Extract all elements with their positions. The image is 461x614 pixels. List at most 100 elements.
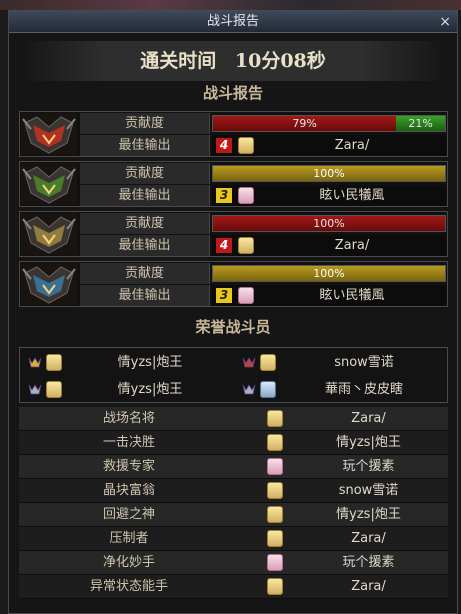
medal-icon xyxy=(242,384,256,395)
window-title: 战斗报告 xyxy=(206,14,259,29)
contribution-segment: 21% xyxy=(396,116,445,131)
award-row[interactable]: 压制者 Zara/ xyxy=(19,527,448,551)
player-avatar-icon xyxy=(238,137,254,154)
award-row[interactable]: 一击决胜 情yzs|炮王 xyxy=(19,431,448,455)
player-avatar-icon xyxy=(267,482,283,499)
contribution-bar: 79% 21% xyxy=(212,115,446,132)
award-row[interactable]: 战场名将 Zara/ xyxy=(19,407,448,431)
gold-demon-portrait xyxy=(21,213,77,255)
best-output-row: 最佳输出 3 眩い民犠風 xyxy=(80,285,447,306)
contribution-bar: 100% xyxy=(212,165,446,182)
player-avatar-icon xyxy=(267,506,283,523)
medal-icon xyxy=(28,357,42,368)
honor-player-name: 情yzs|炮王 xyxy=(117,382,183,397)
award-title: 异常状态能手 xyxy=(89,579,168,594)
award-player-name: 情yzs|炮王 xyxy=(336,507,401,522)
contribution-bar: 100% xyxy=(212,215,446,232)
contribution-row: 贡献度 79% 21% xyxy=(80,113,447,134)
player-avatar-icon xyxy=(267,554,283,571)
award-player-name: Zara/ xyxy=(351,411,386,426)
contribution-segment: 100% xyxy=(213,166,445,181)
best-output-player[interactable]: 3 眩い民犠風 xyxy=(212,185,446,206)
close-icon[interactable]: × xyxy=(439,11,451,33)
best-output-row: 最佳输出 4 Zara/ xyxy=(80,135,447,156)
award-player-name: 玩个援素 xyxy=(342,459,395,474)
award-title: 战场名将 xyxy=(102,411,155,426)
best-output-label: 最佳输出 xyxy=(80,185,210,206)
contribution-row: 贡献度 100% xyxy=(80,163,447,184)
report-heading: 战斗报告 xyxy=(202,84,263,102)
contribution-row: 贡献度 100% xyxy=(80,213,447,234)
clear-time-banner: 通关时间 10分08秒 xyxy=(19,41,447,81)
contribution-label: 贡献度 xyxy=(80,163,210,184)
monster-card: 贡献度 100% 最佳输出 3 眩い民犠風 xyxy=(19,261,448,307)
contribution-row: 贡献度 100% xyxy=(80,263,447,284)
award-row[interactable]: 晶块富翁 snow雪诺 xyxy=(19,479,448,503)
flame-demon-portrait xyxy=(21,113,77,155)
honor-slot[interactable]: 情yzs|炮王 xyxy=(20,350,232,376)
award-title: 回避之神 xyxy=(102,507,155,522)
monster-card: 贡献度 100% 最佳输出 3 眩い民犠風 xyxy=(19,161,448,207)
player-avatar-icon xyxy=(46,381,62,398)
award-title: 净化妙手 xyxy=(102,555,155,570)
honor-slot[interactable]: 情yzs|炮王 xyxy=(20,377,232,403)
player-name: 眩い民犠風 xyxy=(319,288,385,303)
contribution-segment: 100% xyxy=(213,266,445,281)
rank-badge: 3 xyxy=(216,188,232,203)
background-strip xyxy=(0,0,461,10)
award-title: 一击决胜 xyxy=(102,435,155,450)
award-player-name: 情yzs|炮王 xyxy=(336,435,401,450)
honor-player-name: 情yzs|炮王 xyxy=(117,355,183,370)
player-name: Zara/ xyxy=(334,138,370,153)
best-output-player[interactable]: 3 眩い民犠風 xyxy=(212,285,446,306)
contribution-segment: 100% xyxy=(213,216,445,231)
player-name: 眩い民犠風 xyxy=(319,188,385,203)
contribution-segment: 79% xyxy=(213,116,397,131)
award-row[interactable]: 回避之神 情yzs|炮王 xyxy=(19,503,448,527)
medal-icon xyxy=(28,384,42,395)
honor-panel: 情yzs|炮王 snow雪诺 情yzs|炮王 華雨丶皮皮瞎 xyxy=(19,347,448,403)
award-player-name: Zara/ xyxy=(351,531,386,546)
player-avatar-icon xyxy=(260,381,276,398)
contribution-label: 贡献度 xyxy=(80,263,210,284)
best-output-player[interactable]: 4 Zara/ xyxy=(212,235,446,256)
player-avatar-icon xyxy=(238,187,254,204)
contribution-bar: 100% xyxy=(212,265,446,282)
award-player-name: Zara/ xyxy=(351,579,386,594)
player-avatar-icon xyxy=(46,354,62,371)
award-title: 晶块富翁 xyxy=(102,483,155,498)
best-output-label: 最佳输出 xyxy=(80,285,210,306)
window-titlebar[interactable]: 战斗报告 × xyxy=(9,11,457,33)
player-avatar-icon xyxy=(238,287,254,304)
medal-icon xyxy=(242,357,256,368)
awards-list: 战场名将 Zara/一击决胜 情yzs|炮王 救援专家 玩个援素 晶块富翁 snow雪诺 回避… xyxy=(19,407,448,599)
player-avatar-icon xyxy=(267,410,283,427)
best-output-label: 最佳输出 xyxy=(80,235,210,256)
award-row[interactable]: 救援专家 玩个援素 xyxy=(19,455,448,479)
honor-slot[interactable]: 華雨丶皮皮瞎 xyxy=(234,377,446,403)
blue-demon-portrait xyxy=(21,263,77,305)
player-avatar-icon xyxy=(267,530,283,547)
best-output-label: 最佳输出 xyxy=(80,135,210,156)
battle-report-window: 战斗报告 × 通关时间 10分08秒 战斗报告 贡献度 79% 21% 最佳输出 4 Za… xyxy=(8,10,458,614)
award-player-name: snow雪诺 xyxy=(338,483,399,498)
contribution-label: 贡献度 xyxy=(80,113,210,134)
best-output-row: 最佳输出 3 眩い民犠風 xyxy=(80,185,447,206)
award-title: 救援专家 xyxy=(102,459,155,474)
monster-card: 贡献度 100% 最佳输出 4 Zara/ xyxy=(19,211,448,257)
player-avatar-icon xyxy=(267,434,283,451)
clear-time-label: 通关时间 xyxy=(140,50,217,72)
best-output-player[interactable]: 4 Zara/ xyxy=(212,135,446,156)
honor-heading: 荣誉战斗员 xyxy=(195,318,271,336)
award-row[interactable]: 净化妙手 玩个援素 xyxy=(19,551,448,575)
award-row[interactable]: 异常状态能手 Zara/ xyxy=(19,575,448,599)
rank-badge: 4 xyxy=(216,138,232,153)
best-output-row: 最佳输出 4 Zara/ xyxy=(80,235,447,256)
player-name: Zara/ xyxy=(334,238,370,253)
monster-card: 贡献度 79% 21% 最佳输出 4 Zara/ xyxy=(19,111,448,157)
player-avatar-icon xyxy=(267,578,283,595)
rank-badge: 3 xyxy=(216,288,232,303)
honor-slot[interactable]: snow雪诺 xyxy=(234,350,446,376)
green-demon-portrait xyxy=(21,163,77,205)
award-title: 压制者 xyxy=(109,531,149,546)
